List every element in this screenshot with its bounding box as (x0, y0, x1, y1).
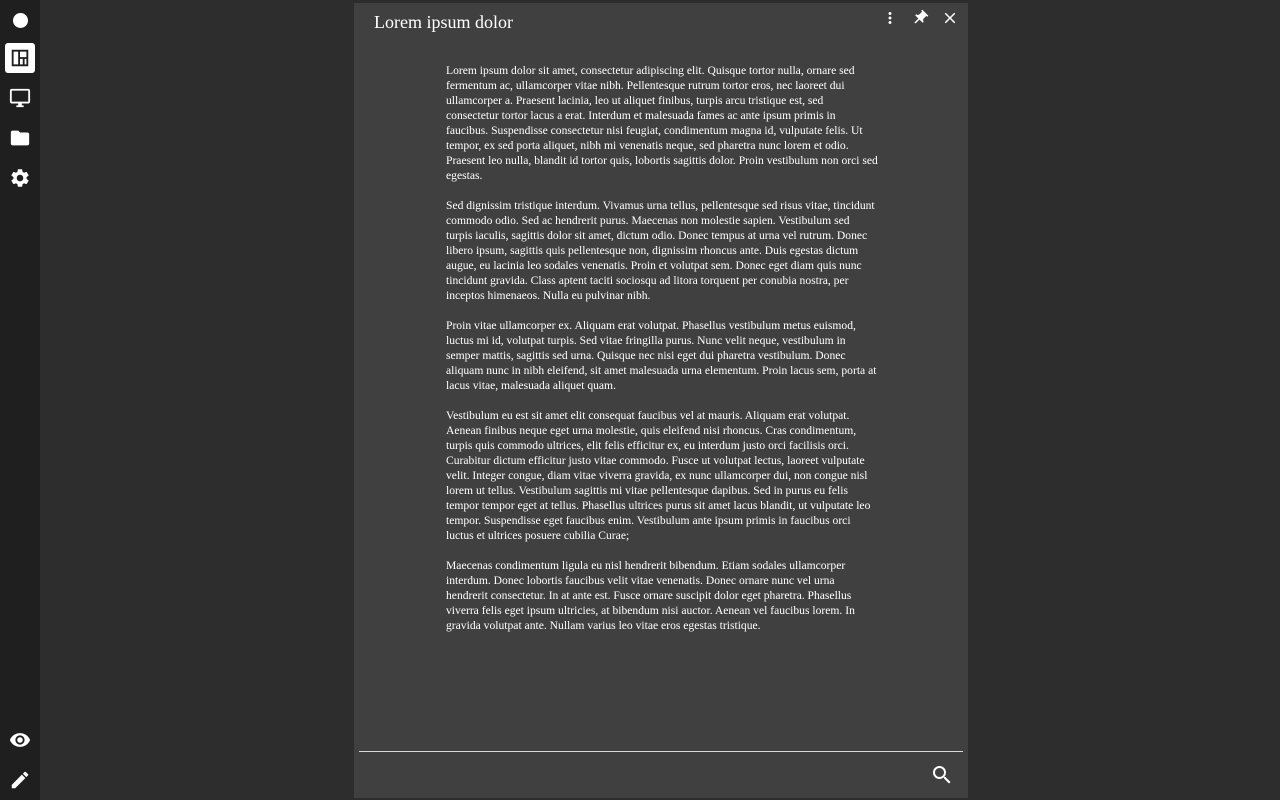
more-vert-icon (888, 12, 892, 24)
panel-actions (878, 6, 962, 30)
status-dot-icon (12, 12, 28, 28)
gear-icon (11, 169, 29, 187)
monitor-button[interactable] (5, 83, 35, 113)
pin-button[interactable] (908, 6, 932, 30)
more-options-button[interactable] (878, 6, 902, 30)
close-icon (944, 12, 956, 24)
search-divider (359, 751, 963, 752)
document-content: Lorem ipsum dolor sit amet, consectetur … (446, 63, 878, 648)
sidebar (0, 0, 40, 800)
eye-icon (9, 733, 31, 747)
search-icon (933, 766, 951, 784)
folder-button[interactable] (5, 123, 35, 153)
paragraph: Maecenas condimentum ligula eu nisl hend… (446, 559, 855, 632)
paragraph: Proin vitae ullamcorper ex. Aliquam erat… (446, 319, 877, 392)
search-button[interactable] (928, 761, 956, 789)
close-button[interactable] (938, 6, 962, 30)
dashboard-layout-icon (11, 49, 29, 67)
paragraph: Lorem ipsum dolor sit amet, consectetur … (446, 64, 878, 182)
edit-button[interactable] (5, 765, 35, 795)
search-input[interactable] (359, 755, 918, 793)
status-dot-button[interactable] (5, 5, 35, 35)
pin-icon (914, 9, 929, 24)
panel-title: Lorem ipsum dolor (374, 12, 513, 32)
dashboard-button[interactable] (5, 43, 35, 73)
paragraph: Sed dignissim tristique interdum. Vivamu… (446, 199, 875, 302)
paragraph: Vestibulum eu est sit amet elit consequa… (446, 409, 871, 542)
monitor-icon (9, 88, 31, 108)
document-panel: Lorem ipsum dolor Lorem ipsum dolor sit … (354, 3, 968, 798)
pencil-icon (11, 771, 29, 789)
preview-button[interactable] (5, 725, 35, 755)
settings-button[interactable] (5, 163, 35, 193)
folder-icon (10, 130, 30, 146)
